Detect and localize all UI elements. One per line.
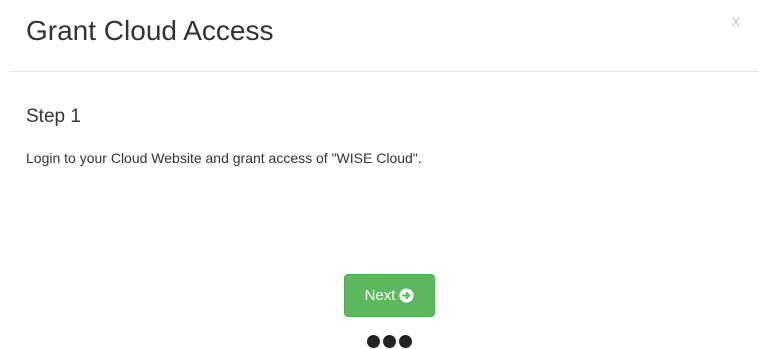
step-indicator	[367, 334, 413, 348]
grant-cloud-access-dialog: Grant Cloud Access x Step 1 Login to you…	[0, 0, 759, 349]
step-dot	[383, 334, 396, 348]
next-button[interactable]: Next	[344, 274, 435, 317]
arrow-circle-right-icon	[399, 288, 414, 303]
next-button-label: Next	[364, 287, 396, 304]
step-description: Login to your Cloud Website and grant ac…	[26, 150, 422, 166]
dialog-title: Grant Cloud Access	[26, 15, 274, 46]
step-dot	[399, 334, 412, 348]
dialog-header: Grant Cloud Access x	[0, 0, 759, 72]
close-button[interactable]: x	[725, 10, 747, 32]
step-dot	[367, 334, 380, 348]
header-divider	[9, 71, 758, 72]
step-title: Step 1	[26, 106, 81, 127]
